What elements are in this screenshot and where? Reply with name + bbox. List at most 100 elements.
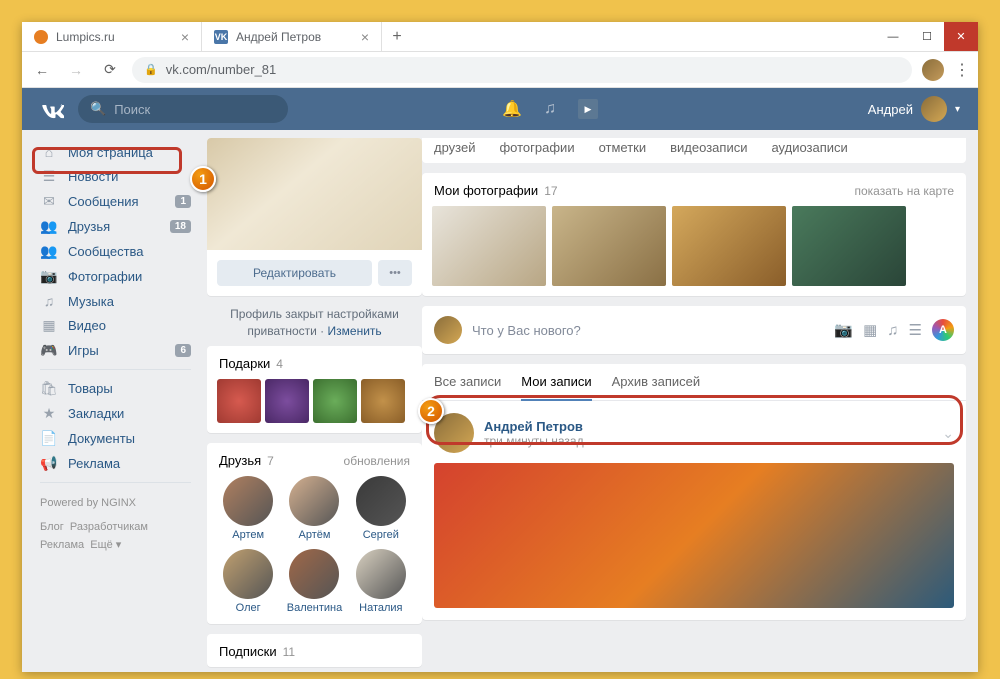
gift-item[interactable]: [265, 379, 309, 423]
sidebar-item[interactable]: 📄Документы: [32, 426, 199, 451]
friend-item[interactable]: Артем: [217, 476, 279, 541]
sidebar-item[interactable]: ★Закладки: [32, 401, 199, 426]
close-button[interactable]: ✕: [944, 22, 978, 51]
subscriptions-block[interactable]: Подписки 11: [207, 634, 422, 667]
new-post-input[interactable]: Что у Вас нового?: [472, 323, 824, 338]
profile-card: Редактировать •••: [207, 138, 422, 296]
play-icon[interactable]: ▶: [578, 99, 598, 119]
photo-thumbnail[interactable]: [432, 206, 546, 286]
wall-tab-mine[interactable]: Мои записи: [521, 374, 591, 401]
post-timestamp[interactable]: три минуты назад: [484, 434, 584, 448]
username: Андрей: [868, 102, 913, 117]
sidebar-item[interactable]: ☰Новости: [32, 164, 199, 189]
sidebar-label: Закладки: [68, 406, 124, 421]
friend-item[interactable]: Наталия: [350, 549, 412, 614]
profile-tab[interactable]: друзей: [434, 140, 475, 155]
sidebar-item[interactable]: 🎮Игры6: [32, 338, 199, 363]
gifts-block[interactable]: Подарки 4: [207, 346, 422, 433]
user-avatar: [921, 96, 947, 122]
gift-item[interactable]: [313, 379, 357, 423]
sidebar-item[interactable]: ⌂Моя страница: [32, 140, 199, 164]
tab-title: Андрей Петров: [236, 30, 321, 44]
maximize-button[interactable]: ☐: [910, 22, 944, 51]
photo-thumbnail[interactable]: [672, 206, 786, 286]
back-button[interactable]: ←: [30, 58, 54, 82]
sidebar-item[interactable]: ✉Сообщения1: [32, 189, 199, 214]
minimize-button[interactable]: —: [876, 22, 910, 51]
post-image[interactable]: [434, 463, 954, 608]
updates-link[interactable]: обновления: [344, 454, 410, 468]
show-on-map-link[interactable]: показать на карте: [855, 184, 955, 198]
poster-theme-icon[interactable]: A: [932, 319, 954, 341]
sidebar-icon: ▦: [40, 317, 58, 334]
friend-name: Наталия: [350, 602, 412, 614]
profile-tab[interactable]: фотографии: [499, 140, 574, 155]
sidebar-label: Фотографии: [68, 269, 142, 284]
edit-profile-button[interactable]: Редактировать: [217, 260, 372, 286]
browser-tab[interactable]: Lumpics.ru ×: [22, 22, 202, 51]
sidebar-item[interactable]: 📢Реклама: [32, 451, 199, 476]
vk-user-menu[interactable]: Андрей ▾: [868, 96, 960, 122]
post-menu-icon[interactable]: ⌄: [942, 425, 954, 442]
browser-tab-active[interactable]: VK Андрей Петров ×: [202, 22, 382, 51]
gift-item[interactable]: [217, 379, 261, 423]
friend-item[interactable]: Олег: [217, 549, 279, 614]
search-icon: 🔍: [90, 101, 106, 117]
profile-avatar[interactable]: [922, 59, 944, 81]
block-title: Подписки: [219, 644, 277, 659]
sidebar-label: Сообщества: [68, 244, 144, 259]
sidebar-item[interactable]: 👥Сообщества: [32, 239, 199, 264]
friend-item[interactable]: Валентина: [283, 549, 345, 614]
footer-link[interactable]: Реклама: [40, 539, 84, 551]
photo-thumbnail[interactable]: [552, 206, 666, 286]
photo-thumbnail[interactable]: [792, 206, 906, 286]
friend-avatar: [356, 476, 406, 526]
wall-tab-archive[interactable]: Архив записей: [612, 374, 701, 400]
sidebar-item[interactable]: 🛍Товары: [32, 376, 199, 401]
attach-music-icon[interactable]: ♫: [887, 322, 898, 339]
friend-item[interactable]: Артём: [283, 476, 345, 541]
friend-avatar: [223, 476, 273, 526]
friend-avatar: [289, 476, 339, 526]
reload-button[interactable]: ⟳: [98, 58, 122, 82]
attach-photo-icon[interactable]: 📷: [834, 321, 853, 339]
block-title: Подарки: [219, 356, 270, 371]
search-input[interactable]: 🔍 Поиск: [78, 95, 288, 123]
menu-dots-icon[interactable]: ⋮: [954, 60, 970, 80]
sidebar-item[interactable]: 👥Друзья18: [32, 214, 199, 239]
forward-button[interactable]: →: [64, 58, 88, 82]
footer-link[interactable]: Ещё ▾: [90, 539, 121, 551]
photos-block: Мои фотографии 17 показать на карте: [422, 173, 966, 296]
url-bar[interactable]: 🔒 vk.com/number_81: [132, 57, 912, 83]
attach-note-icon[interactable]: ☰: [909, 321, 922, 339]
search-placeholder: Поиск: [114, 102, 150, 117]
sidebar-icon: ✉: [40, 193, 58, 210]
friend-item[interactable]: Сергей: [350, 476, 412, 541]
footer-link[interactable]: Блог: [40, 521, 64, 533]
profile-tab[interactable]: видеозаписи: [670, 140, 747, 155]
bell-icon[interactable]: 🔔: [502, 99, 522, 119]
vk-logo[interactable]: [40, 97, 64, 121]
attach-video-icon[interactable]: ▦: [863, 321, 877, 339]
friend-name: Олег: [217, 602, 279, 614]
profile-photo[interactable]: [207, 138, 422, 250]
sidebar-label: Моя страница: [68, 145, 153, 160]
tab-close-icon[interactable]: ×: [181, 29, 189, 45]
post-author[interactable]: Андрей Петров: [484, 419, 584, 434]
gift-item[interactable]: [361, 379, 405, 423]
sidebar-item[interactable]: ♫Музыка: [32, 289, 199, 313]
tab-close-icon[interactable]: ×: [361, 29, 369, 45]
new-tab-button[interactable]: +: [382, 22, 412, 51]
sidebar-item[interactable]: 📷Фотографии: [32, 264, 199, 289]
footer-link[interactable]: Разработчикам: [70, 521, 148, 533]
wall-tab-all[interactable]: Все записи: [434, 374, 501, 400]
sidebar-item[interactable]: ▦Видео: [32, 313, 199, 338]
privacy-change-link[interactable]: Изменить: [328, 324, 382, 338]
profile-tab[interactable]: аудиозаписи: [771, 140, 847, 155]
sidebar-icon: ♫: [40, 293, 58, 309]
profile-tab[interactable]: отметки: [599, 140, 647, 155]
music-icon[interactable]: ♫: [540, 99, 560, 119]
sidebar-label: Реклама: [68, 456, 120, 471]
browser-titlebar: Lumpics.ru × VK Андрей Петров × + — ☐ ✕: [22, 22, 978, 52]
more-actions-button[interactable]: •••: [378, 260, 412, 286]
